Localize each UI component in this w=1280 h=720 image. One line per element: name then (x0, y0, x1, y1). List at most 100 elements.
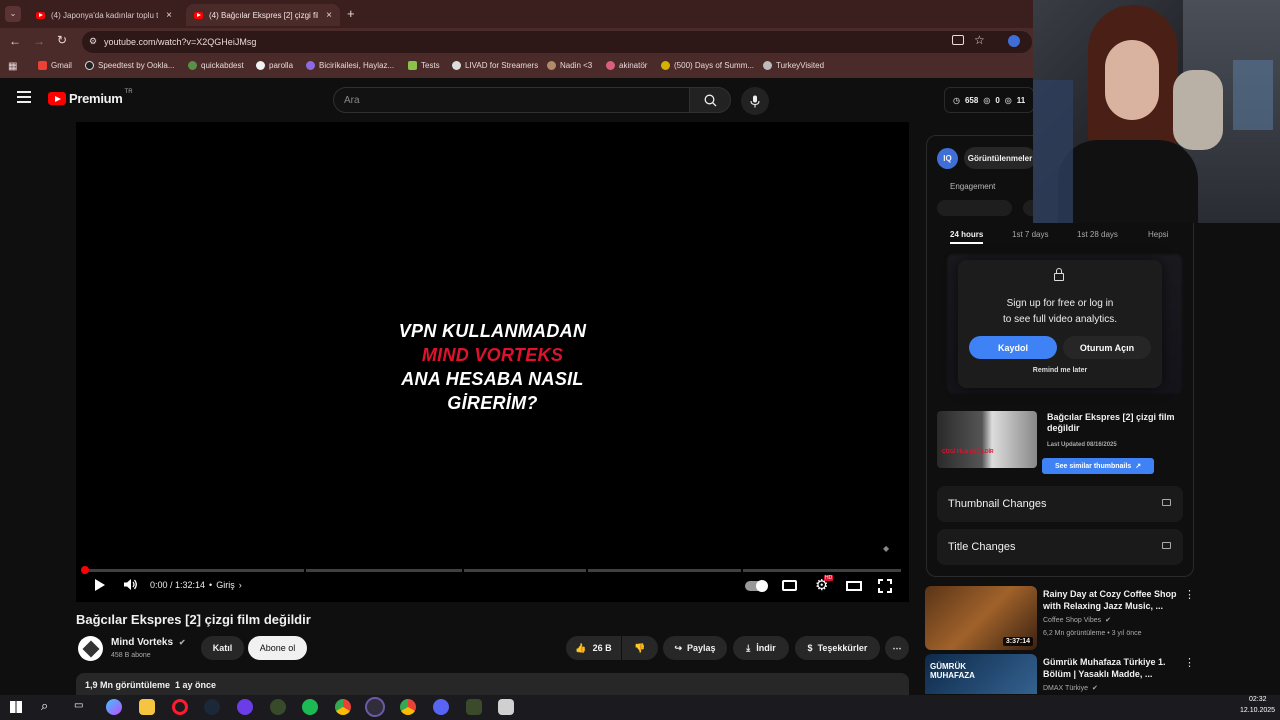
install-app-icon[interactable] (952, 35, 964, 45)
share-button[interactable]: ↪ Paylaş (663, 636, 727, 660)
tab-japonya[interactable]: (4) Japonya'da kadınlar toplu ta × (28, 4, 180, 26)
video-caption-line-4: GİRERİM? (447, 393, 538, 413)
tab-all[interactable]: Hepsi (1148, 230, 1168, 239)
search-icon[interactable]: ⌕ (41, 698, 48, 714)
clock-time[interactable]: 02:32 (1249, 696, 1267, 703)
join-button[interactable]: Katıl (201, 636, 244, 660)
new-tab-button[interactable]: + (347, 6, 355, 21)
chrome-icon[interactable] (335, 699, 351, 715)
video-player[interactable]: VPN KULLANMADAN MIND VORTEKS ANA HESABA … (76, 122, 909, 602)
back-icon[interactable]: ← (9, 34, 21, 48)
microphone-icon (750, 95, 760, 107)
tab-search-button[interactable]: ⌄ (5, 6, 21, 22)
channel-name[interactable]: Mind Vorteks ✔ (111, 637, 186, 648)
forward-icon[interactable]: → (33, 34, 45, 48)
volume-button[interactable] (123, 578, 138, 591)
bookmark-turkeyvisited[interactable]: TurkeyVisited (763, 61, 824, 70)
file-explorer-icon[interactable] (139, 699, 155, 715)
recommendation-item[interactable]: 3:37:14 Rainy Day at Cozy Coffee Shop wi… (925, 586, 1195, 650)
search-input[interactable]: Ara (333, 87, 690, 113)
bookmark-parolla[interactable]: parolla (256, 61, 293, 70)
youtube-logo[interactable]: Premium TR (48, 89, 133, 106)
video-thumbnail[interactable]: GÜMRÜK MUHAFAZA (925, 654, 1037, 694)
discord-icon[interactable] (433, 699, 449, 715)
bookmark-speedtest[interactable]: Speedtest by Ookla... (85, 61, 175, 70)
time-display: 0:00 / 1:32:14 • Giriş › (150, 580, 242, 590)
fullscreen-button[interactable] (878, 579, 892, 593)
apps-icon[interactable]: ▦ (8, 61, 17, 72)
search-button[interactable] (689, 87, 731, 113)
description-box[interactable]: 1,9 Mn görüntüleme 1 ay önce (76, 673, 909, 697)
copilot-icon[interactable] (106, 699, 122, 715)
theater-mode-button[interactable] (846, 581, 862, 591)
progress-bar[interactable] (81, 566, 901, 574)
reload-icon[interactable]: ↻ (57, 33, 67, 47)
tab-views[interactable]: Görüntülenmeler (964, 147, 1036, 169)
bookmark-nadin[interactable]: Nadin <3 (547, 61, 592, 70)
chrome-profile-icon[interactable] (400, 699, 416, 715)
more-actions-button[interactable]: ⋯ (885, 636, 909, 660)
like-button[interactable]: 👍 26 B (566, 636, 621, 660)
remind-later-link[interactable]: Remind me later (958, 367, 1162, 374)
thumbnail-changes-row[interactable]: Thumbnail Changes (937, 486, 1183, 522)
video-title: Bağcılar Ekspres [2] çizgi film değildir (76, 612, 311, 627)
download-button[interactable]: ⤓ İndir (733, 636, 789, 660)
play-button[interactable] (94, 578, 106, 592)
bookmark-500days[interactable]: (500) Days of Summ... (661, 61, 754, 70)
engagement-chip[interactable] (937, 200, 1012, 216)
bookmark-livad[interactable]: LIVAD for Streamers (452, 61, 538, 70)
profile-avatar[interactable] (1008, 35, 1020, 47)
settings-button[interactable]: ⚙ HD (815, 575, 834, 594)
opera-icon[interactable] (172, 699, 188, 715)
similar-thumbnails-button[interactable]: See similar thumbnails ↗ (1042, 458, 1154, 474)
app-image-icon[interactable] (466, 699, 482, 715)
url-field[interactable]: ⚙ youtube.com/watch?v=X2QGHeiJMsg (82, 31, 1032, 53)
clock-date[interactable]: 12.10.2025 (1240, 707, 1275, 714)
video-thumbnail[interactable]: 3:37:14 (925, 586, 1037, 650)
subtitles-button[interactable] (782, 580, 797, 591)
branding-watermark-icon[interactable]: ◆ (883, 544, 889, 553)
recommendation-item[interactable]: GÜMRÜK MUHAFAZA Gümrük Muhafaza Türkiye 1… (925, 654, 1195, 694)
bookmark-quickabdest[interactable]: quickabdest (188, 61, 244, 70)
more-vertical-icon[interactable]: ⋮ (1184, 588, 1195, 601)
steam-icon[interactable] (204, 699, 220, 715)
scrubber-handle[interactable] (81, 566, 89, 574)
channel-logo-icon (82, 640, 99, 657)
chapter-title[interactable]: Giriş (216, 580, 235, 590)
app-circle-icon[interactable] (237, 699, 253, 715)
signup-button[interactable]: Kaydol (969, 336, 1057, 359)
app-green-icon[interactable] (270, 699, 286, 715)
site-info-icon[interactable]: ⚙ (89, 36, 97, 47)
login-button[interactable]: Oturum Açın (1063, 336, 1151, 359)
vidiq-badge: IQ (937, 148, 958, 169)
app-window-icon[interactable] (498, 699, 514, 715)
tab-bagcilar[interactable]: (4) Bağcılar Ekspres [2] çizgi film × (186, 4, 340, 26)
voice-search-button[interactable] (741, 87, 769, 115)
title-changes-row[interactable]: Title Changes (937, 529, 1183, 565)
menu-icon[interactable] (17, 91, 31, 103)
bookmark-gmail[interactable]: Gmail (38, 61, 72, 70)
nadin-icon (547, 61, 556, 70)
spotify-icon[interactable] (302, 699, 318, 715)
autoplay-toggle[interactable] (745, 580, 768, 592)
tab-28-days[interactable]: 1st 28 days (1077, 230, 1118, 239)
obs-icon[interactable] (365, 697, 385, 717)
windows-start-icon[interactable] (10, 701, 22, 713)
thanks-button[interactable]: $ Teşekkürler (795, 636, 880, 660)
thumbnail-preview[interactable]: ÇİZGİ FİLM DEĞİLDİR (937, 411, 1037, 468)
close-icon[interactable]: × (326, 10, 332, 21)
task-view-icon[interactable]: ▭ (74, 700, 83, 711)
lock-icon (1162, 542, 1171, 549)
more-vertical-icon[interactable]: ⋮ (1184, 656, 1195, 669)
tab-7-days[interactable]: 1st 7 days (1012, 230, 1048, 239)
bookmark-bicirikailesi[interactable]: Bicirikailesi, Haylaz... (306, 61, 394, 70)
dislike-button[interactable]: 👎 (622, 636, 658, 660)
bookmark-akinator[interactable]: akinatör (606, 61, 647, 70)
channel-avatar[interactable] (78, 636, 103, 661)
speedtest-icon (85, 61, 94, 70)
close-icon[interactable]: × (166, 10, 172, 21)
star-icon[interactable]: ☆ (974, 33, 985, 47)
bookmark-tests[interactable]: Tests (408, 61, 440, 70)
subscribe-button[interactable]: Abone ol (248, 636, 307, 660)
tab-24-hours[interactable]: 24 hours (950, 230, 984, 244)
